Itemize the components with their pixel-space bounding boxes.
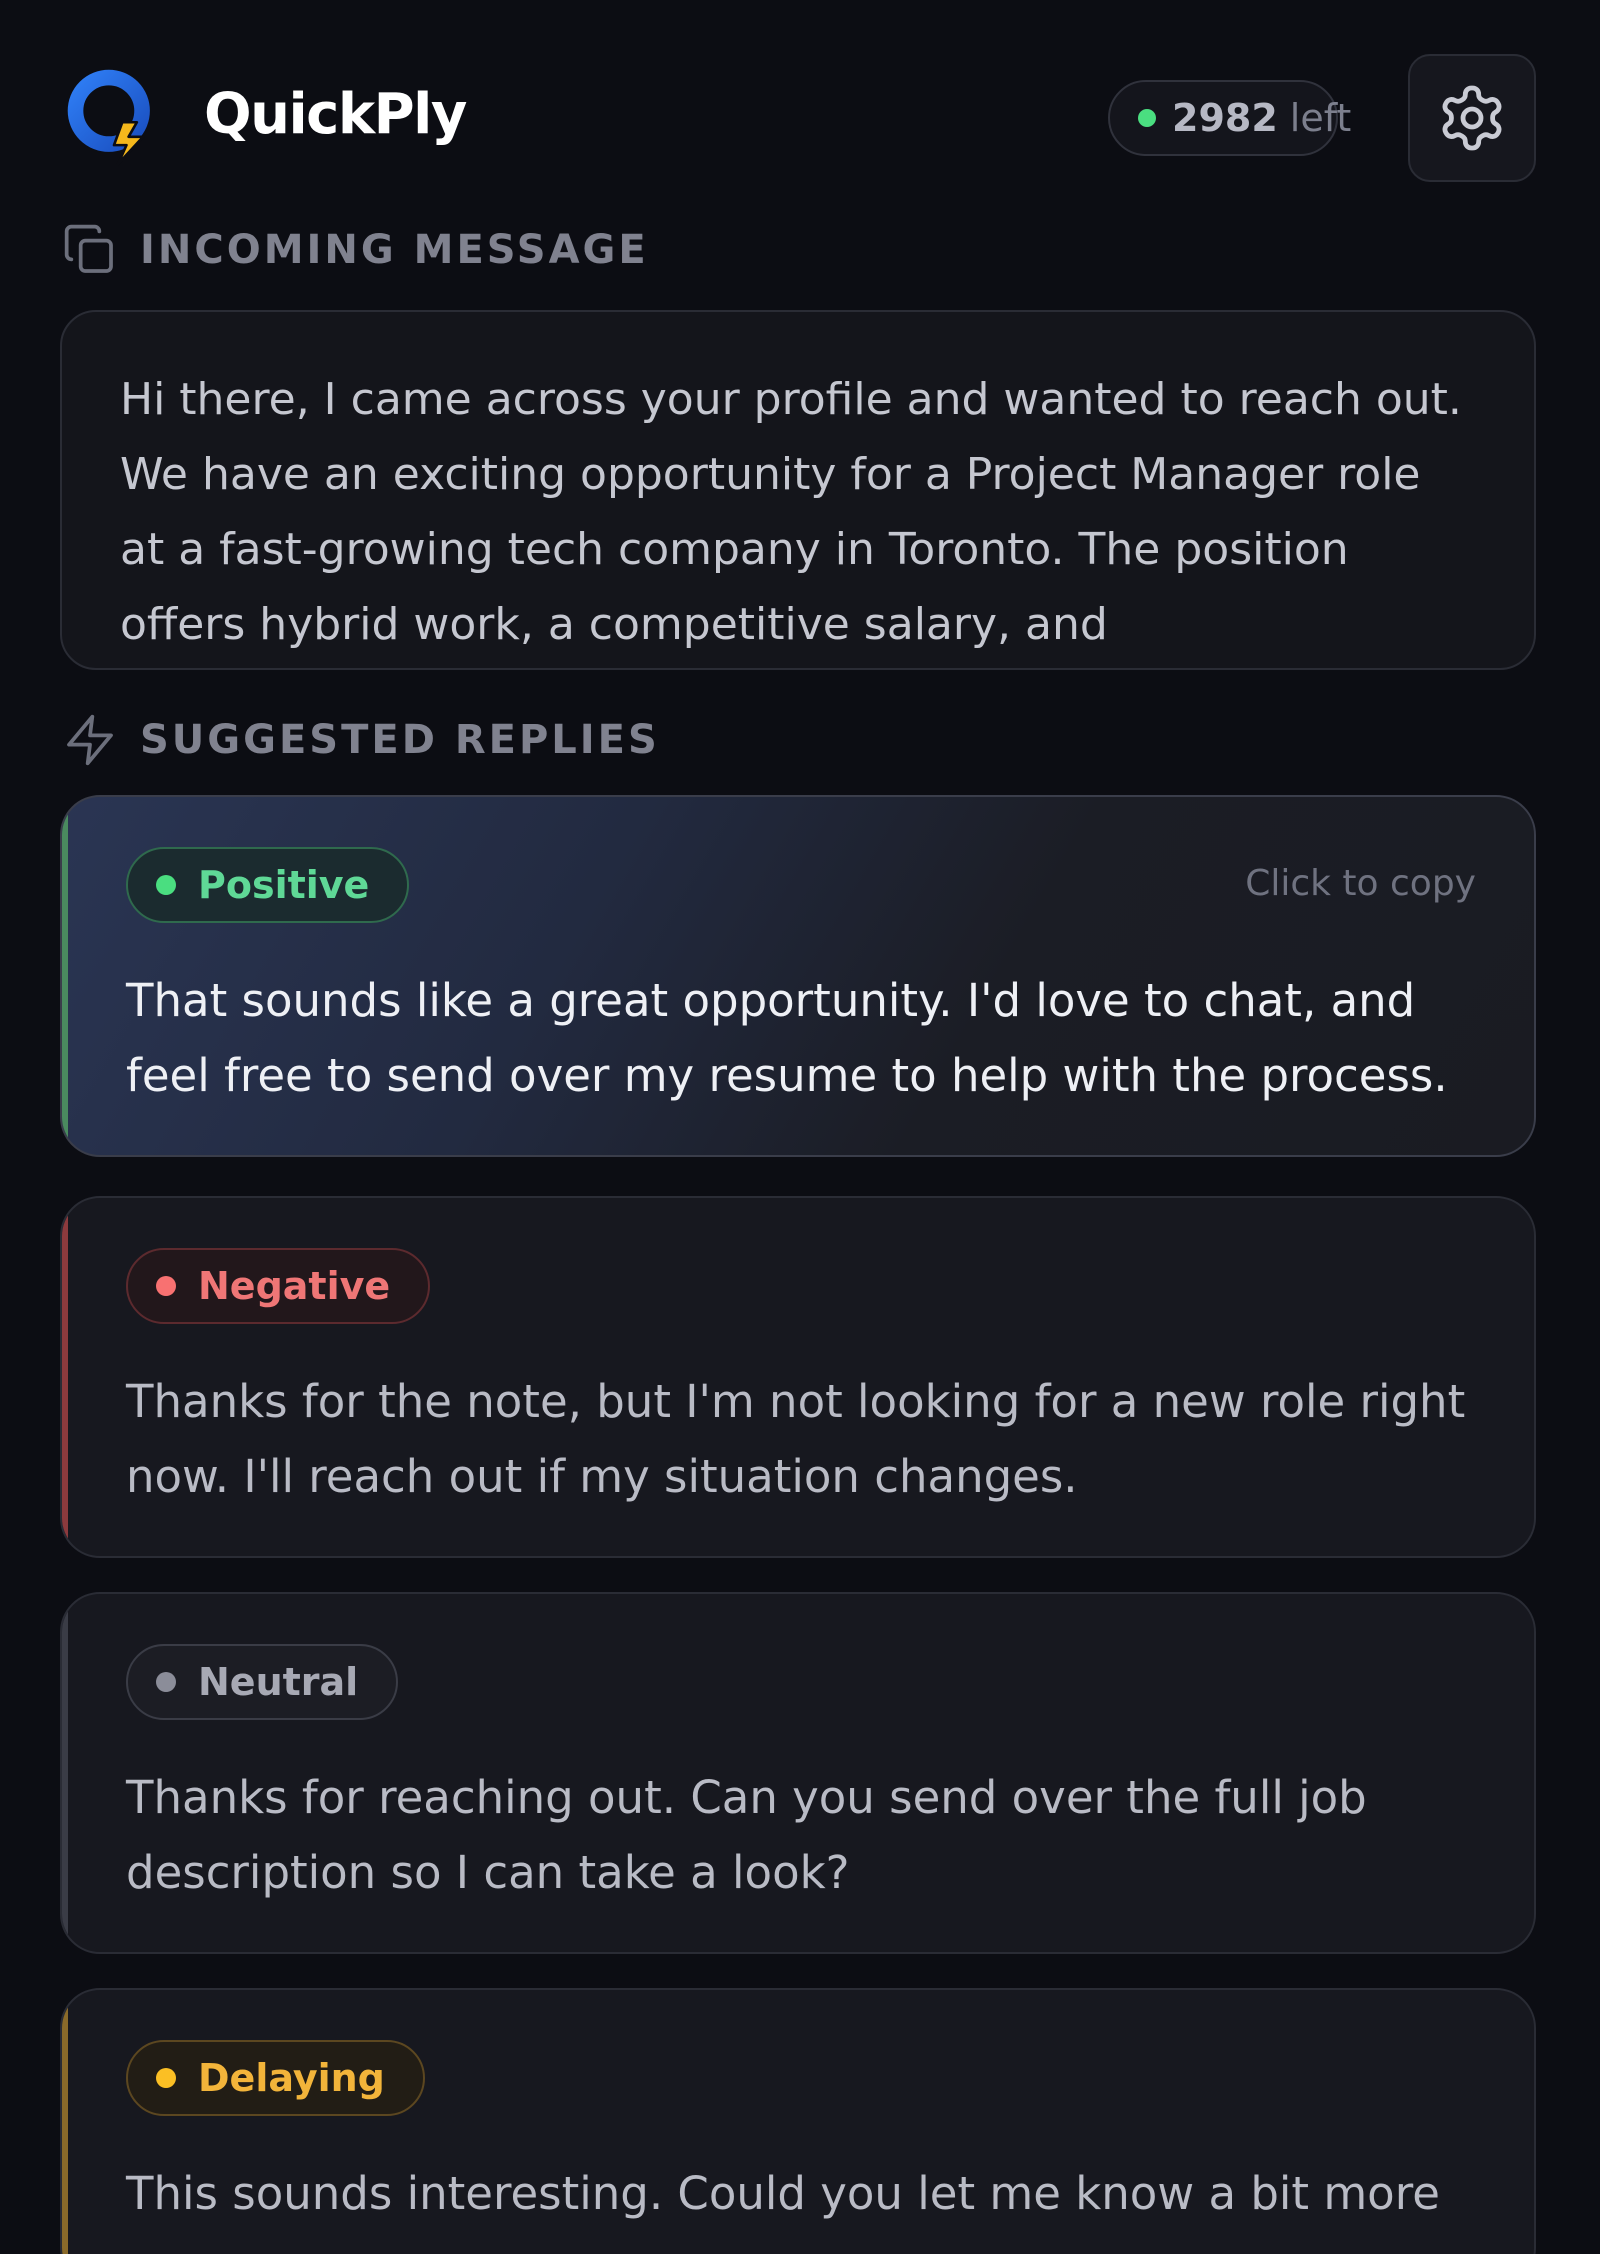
suggestions-section-label: SUGGESTED REPLIES — [62, 712, 660, 768]
tone-dot — [156, 875, 176, 895]
header: QuickPly 2982 left — [62, 52, 1536, 184]
status-dot — [1138, 109, 1156, 127]
reply-card-negative[interactable]: Negative Thanks for the note, but I'm no… — [60, 1196, 1536, 1558]
reply-text: Thanks for reaching out. Can you send ov… — [126, 1771, 1367, 1899]
tone-dot — [156, 2068, 176, 2088]
tone-badge-positive: Positive — [126, 847, 410, 923]
gear-icon — [1442, 85, 1502, 151]
lightning-icon — [67, 714, 113, 766]
reply-text: This sounds interesting. Could you let m… — [126, 2167, 1440, 2220]
tone-dot — [156, 1672, 176, 1692]
reply-card-neutral[interactable]: Neutral Thanks for reaching out. Can you… — [60, 1592, 1536, 1954]
reply-text: Thanks for the note, but I'm not looking… — [126, 1375, 1466, 1503]
reply-card-positive[interactable]: Positive Click to copy That sounds like … — [60, 795, 1536, 1157]
tone-badge-negative: Negative — [126, 1248, 431, 1324]
incoming-section-label: INCOMING MESSAGE — [62, 222, 649, 278]
settings-button[interactable] — [1408, 54, 1536, 182]
suggestions-label-text: SUGGESTED REPLIES — [140, 717, 660, 763]
tone-label: Delaying — [198, 2056, 385, 2100]
quickply-logo — [67, 69, 150, 166]
tone-badge-delaying: Delaying — [126, 2040, 425, 2116]
credits-count: 2982 — [1172, 96, 1278, 140]
tone-label: Negative — [198, 1264, 391, 1308]
incoming-message-box: Hi there, I came across your profile and… — [60, 310, 1536, 670]
incoming-label-text: INCOMING MESSAGE — [140, 227, 649, 273]
reply-card-delaying[interactable]: Delaying This sounds interesting. Could … — [60, 1988, 1536, 2254]
tone-label: Positive — [198, 863, 370, 907]
tone-label: Neutral — [198, 1660, 359, 1704]
copy-hint: Click to copy — [1245, 863, 1476, 904]
tone-badge-neutral: Neutral — [126, 1644, 399, 1720]
reply-text: That sounds like a great opportunity. I'… — [126, 974, 1448, 1102]
copy-icon — [64, 224, 113, 273]
credits-suffix: left — [1289, 96, 1352, 140]
app-title: QuickPly — [204, 82, 467, 147]
tone-dot — [156, 1276, 176, 1296]
incoming-message-text: Hi there, I came across your profile and… — [120, 374, 1462, 650]
credits-badge: 2982 left — [1108, 80, 1351, 156]
quickply-popup: QuickPly 2982 left INCOMING MESSAGE Hi t… — [0, 0, 1600, 2254]
